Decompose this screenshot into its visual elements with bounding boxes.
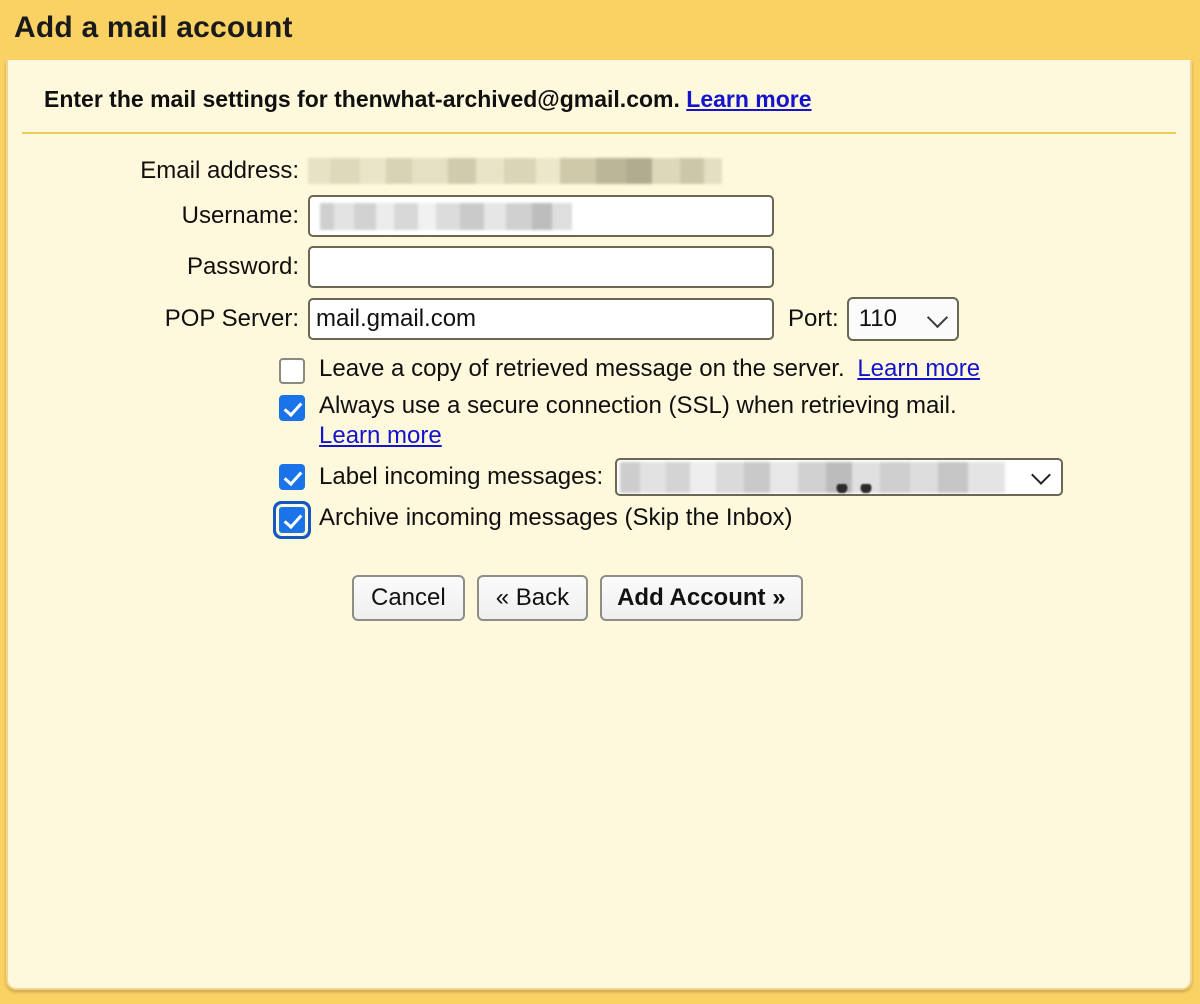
port-select-value: 110 (858, 305, 897, 332)
subheader-learn-more-link[interactable]: Learn more (686, 86, 811, 112)
ssl-row: Always use a secure connection (SSL) whe… (279, 391, 1190, 451)
ssl-learn-more-link[interactable]: Learn more (319, 422, 442, 449)
pop-server-label: POP Server: (164, 305, 299, 332)
port-label: Port: (788, 305, 839, 332)
archive-incoming-text: Archive incoming messages (Skip the Inbo… (319, 503, 793, 533)
pop-server-input[interactable] (308, 298, 774, 340)
add-mail-account-dialog: Add a mail account Enter the mail settin… (0, 0, 1200, 1004)
dialog-actions: Cancel « Back Add Account » (8, 575, 1190, 621)
options-group: Leave a copy of retrieved message on the… (8, 354, 1190, 533)
leave-copy-learn-more-link[interactable]: Learn more (857, 355, 980, 382)
leave-copy-label: Leave a copy of retrieved message on the… (319, 355, 845, 382)
archive-incoming-row: Archive incoming messages (Skip the Inbo… (279, 503, 1190, 533)
back-button[interactable]: « Back (476, 575, 589, 621)
label-incoming-text: Label incoming messages: (319, 458, 1064, 496)
label-incoming-label: Label incoming messages: (319, 463, 604, 490)
label-incoming-row: Label incoming messages: (279, 458, 1190, 496)
dialog-subheader: Enter the mail settings for thenwhat-arc… (8, 60, 1190, 114)
ssl-text: Always use a secure connection (SSL) whe… (319, 391, 957, 451)
ssl-label: Always use a secure connection (SSL) whe… (319, 392, 957, 419)
username-row: Username: (8, 195, 1190, 237)
chevron-down-icon (1031, 465, 1052, 485)
password-label: Password: (186, 253, 299, 280)
label-select-value-redacted (620, 462, 1006, 493)
add-account-button[interactable]: Add Account » (600, 575, 803, 621)
dialog-title: Add a mail account (14, 11, 293, 44)
label-select-descender-glyphs (832, 484, 879, 493)
port-select[interactable]: 110 (846, 297, 959, 341)
username-value-redacted (320, 203, 572, 230)
dialog-titlebar: Add a mail account (0, 0, 1200, 60)
mail-settings-form: Email address: Username: Password: POP S… (8, 134, 1190, 621)
archive-incoming-checkbox[interactable] (279, 507, 305, 533)
username-input[interactable] (308, 195, 774, 237)
email-address-row: Email address: (8, 156, 1190, 186)
archive-incoming-label: Archive incoming messages (Skip the Inbo… (319, 504, 793, 531)
dialog-panel: Enter the mail settings for thenwhat-arc… (6, 60, 1192, 990)
label-select[interactable] (615, 458, 1064, 496)
password-input[interactable] (308, 246, 774, 288)
email-address-value-redacted (308, 158, 722, 184)
password-row: Password: (8, 246, 1190, 288)
chevron-down-icon (926, 306, 948, 329)
label-incoming-checkbox[interactable] (279, 464, 305, 490)
cancel-button[interactable]: Cancel (352, 575, 465, 621)
subheader-text: Enter the mail settings for thenwhat-arc… (44, 86, 680, 112)
leave-copy-text: Leave a copy of retrieved message on the… (319, 354, 980, 384)
leave-copy-checkbox[interactable] (279, 358, 305, 384)
pop-server-row: POP Server: Port: 110 (8, 297, 1190, 341)
email-address-label: Email address: (140, 157, 299, 184)
ssl-checkbox[interactable] (279, 395, 305, 421)
username-label: Username: (181, 202, 299, 229)
leave-copy-row: Leave a copy of retrieved message on the… (279, 354, 1190, 384)
port-group: Port: 110 (788, 297, 959, 341)
